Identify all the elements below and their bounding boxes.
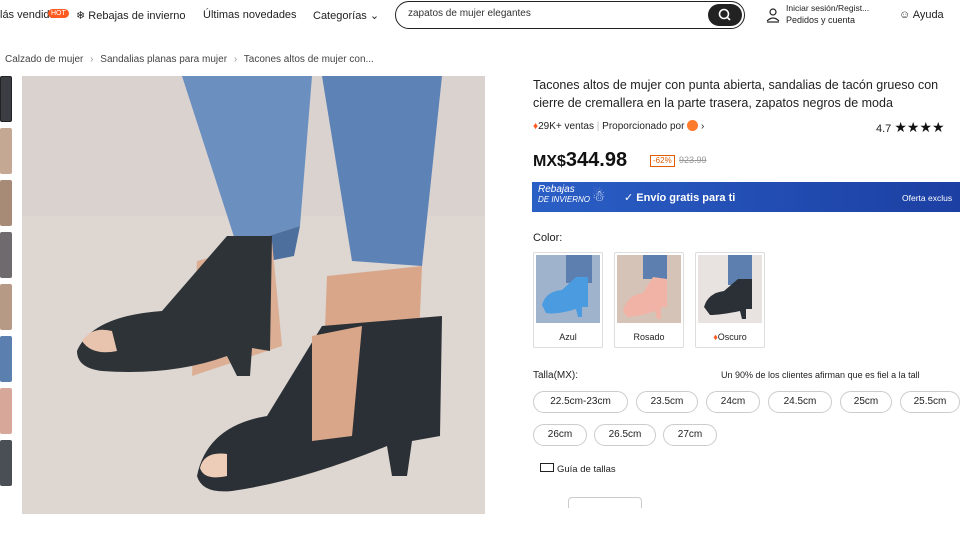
swatch-photo [623,255,667,319]
breadcrumb-item-current: Tacones altos de mujer con... [243,54,374,65]
thumbnail-image[interactable] [0,284,12,330]
search-bar[interactable]: zapatos de mujer elegantes [395,1,745,29]
user-icon [766,8,780,23]
search-button[interactable] [708,4,742,26]
hot-badge: HOT [48,9,69,18]
help-label: Ayuda [912,9,944,21]
quantity-selector[interactable] [568,497,642,508]
search-icon [718,8,731,21]
breadcrumb: Calzado de mujer › Sandalias planas para… [5,54,374,65]
size-option[interactable]: 26.5cm [594,424,656,446]
discount-badge: -62% [650,155,675,167]
thumbnail-strip [0,76,12,492]
nav-winter-sale[interactable]: ❄ Rebajas de invierno [76,9,186,22]
search-input[interactable]: zapatos de mujer elegantes [408,8,531,19]
swatch-image [617,255,681,323]
size-option[interactable]: 22.5cm-23cm [533,391,628,413]
sales-meta: ♦29K+ ventas | Proporcionado por › [533,120,705,132]
nav-best-sellers[interactable]: lás vendidos HOT [0,9,69,21]
main-product-image[interactable] [22,76,485,514]
swatch-label-text: Oscuro [717,332,747,342]
swatch-label-selected: ♦Oscuro [696,332,764,342]
ruler-icon [540,463,554,472]
product-title: Tacones altos de mujer con punta abierta… [533,78,939,110]
chevron-down-icon: ⌄ [369,10,380,22]
thumbnail-image[interactable] [0,76,12,122]
size-option[interactable]: 24.5cm [768,391,832,413]
chevron-right-icon: › [90,54,94,65]
winter-sale-logo: Rebajas DE INVIERNO [538,185,590,205]
size-option[interactable]: 25cm [840,391,892,413]
swatch-image [536,255,600,323]
color-label: Color: [533,232,563,244]
rating-stars: ★★★★ [894,119,945,135]
chevron-right-icon: › [701,121,705,132]
size-label: Talla(MX): [533,370,579,381]
sign-in-link[interactable]: Iniciar sesión/Regist... [786,2,869,14]
price-value: 344.98 [565,149,628,171]
product-price: MX$344.98 [533,149,627,172]
breadcrumb-item[interactable]: Sandalias planas para mujer [100,54,227,65]
swatch-photo [542,255,592,317]
swatch-label: Rosado [633,332,665,342]
size-option[interactable]: 23.5cm [636,391,698,413]
sales-count: 29K+ ventas [538,121,594,132]
nav-categories[interactable]: Categorías ⌄ [313,9,379,22]
size-option[interactable]: 25.5cm [900,391,960,413]
snowflake-icon: ❄ [76,10,86,22]
account-menu[interactable]: Iniciar sesión/Regist... Pedidos y cuent… [766,2,869,26]
thumbnail-image[interactable] [0,128,12,174]
orders-account-link[interactable]: Pedidos y cuenta [786,14,869,26]
top-nav-bar: lás vendidos HOT ❄ Rebajas de invierno Ú… [0,0,960,32]
price-currency: MX$ [533,153,566,170]
color-swatch-oscuro[interactable]: ♦Oscuro [695,252,765,348]
size-guide-link[interactable]: Guía de tallas [540,463,616,475]
provider-logo-icon[interactable] [687,120,699,131]
product-photo [22,76,485,514]
smile-icon: ☺ [899,9,911,21]
size-option[interactable]: 27cm [663,424,717,446]
swatch-image [698,255,762,323]
breadcrumb-item[interactable]: Calzado de mujer [5,54,83,65]
product-rating[interactable]: 4.7 ★★★★ [876,119,945,136]
provided-by-label: Proporcionado por [602,121,685,132]
nav-categories-label: Categorías [313,10,367,22]
swatch-photo [704,255,752,319]
swatch-label: Azul [559,332,577,342]
exclusive-offer-text: Oferta exclus [902,193,953,203]
logo-line-1: Rebajas [538,184,575,195]
help-link[interactable]: ☺ Ayuda [899,9,944,21]
rating-value: 4.7 [876,123,892,135]
size-guide-label: Guía de tallas [557,464,616,475]
chevron-right-icon: › [233,54,238,65]
color-swatch-rosado[interactable]: Rosado [614,252,684,348]
size-option[interactable]: 24cm [706,391,760,413]
thumbnail-image[interactable] [0,388,12,434]
thumbnail-image[interactable] [0,232,12,278]
nav-winter-sale-label: Rebajas de invierno [88,10,186,22]
thumbnail-image[interactable] [0,440,12,486]
snowman-icon: ☃ [592,188,606,205]
size-fit-note: Un 90% de los clientes afirman que es fi… [721,370,920,380]
free-shipping-banner[interactable]: Rebajas DE INVIERNO ☃ ✓ Envío gratis par… [532,182,960,212]
free-shipping-text: ✓ Envío gratis para ti [624,192,736,204]
original-price: 923.99 [679,155,707,165]
color-swatch-azul[interactable]: Azul [533,252,603,348]
thumbnail-image[interactable] [0,336,12,382]
nav-new-arrivals[interactable]: Últimas novedades [203,9,297,21]
thumbnail-image[interactable] [0,180,12,226]
size-option[interactable]: 26cm [533,424,587,446]
logo-line-2: DE INVIERNO [538,195,591,204]
